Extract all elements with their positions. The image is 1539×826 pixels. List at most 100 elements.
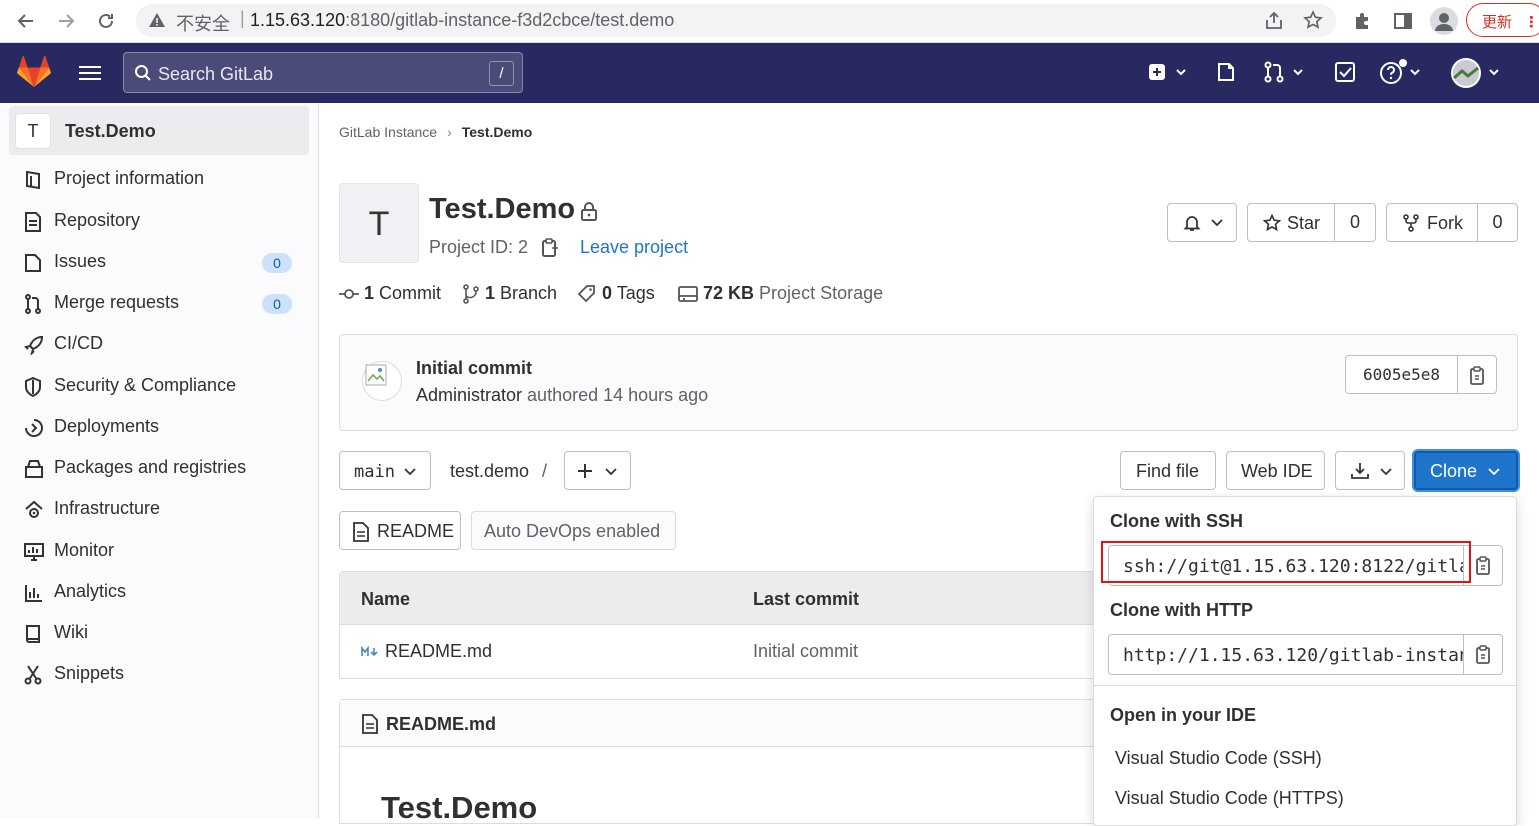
help-dropdown[interactable] xyxy=(1379,57,1425,85)
chevron-down-icon xyxy=(404,468,416,476)
sidebar-project-name: Test.Demo xyxy=(65,121,156,141)
clone-dropdown-button[interactable]: Clone xyxy=(1414,451,1518,490)
profile-avatar[interactable] xyxy=(1430,7,1458,35)
leave-project-link[interactable]: Leave project xyxy=(580,237,688,258)
http-url-input[interactable]: http://1.15.63.120/gitlab-instance-f3d2c… xyxy=(1108,634,1464,675)
branch-selector[interactable]: main xyxy=(339,451,431,490)
add-to-tree-dropdown[interactable] xyxy=(564,451,631,490)
search-input[interactable]: Search GitLab / xyxy=(123,52,523,93)
commit-icon xyxy=(339,289,359,299)
plus-icon xyxy=(578,464,592,478)
update-button[interactable]: 更新 ⋮ xyxy=(1466,3,1539,37)
file-name-link[interactable]: README.md xyxy=(385,641,492,662)
sidebar-item-ci-cd[interactable]: CI/CD xyxy=(24,330,304,360)
shield-icon xyxy=(25,377,41,397)
sidebar-item-monitor[interactable]: Monitor xyxy=(24,537,304,567)
package-icon xyxy=(25,460,43,478)
fork-button[interactable]: Fork xyxy=(1386,203,1478,242)
commit-author-link[interactable]: Administrator xyxy=(416,385,522,405)
scissors-icon xyxy=(24,665,42,685)
star-count[interactable]: 0 xyxy=(1334,203,1376,242)
tags-stat-link[interactable]: 0 Tags xyxy=(577,283,655,304)
commits-stat-link[interactable]: 1 Commit xyxy=(339,283,441,304)
breadcrumb: GitLab Instance › Test.Demo xyxy=(339,124,532,140)
extensions-icon[interactable] xyxy=(1352,11,1372,31)
chevron-down-icon xyxy=(1380,468,1392,476)
sidebar-item-deployments[interactable]: Deployments xyxy=(24,413,304,443)
column-last-commit-header: Last commit xyxy=(753,589,860,609)
copy-project-id-icon[interactable] xyxy=(541,238,559,258)
sidebar-item-analytics[interactable]: Analytics xyxy=(24,578,304,608)
breadcrumb-root-link[interactable]: GitLab Instance xyxy=(339,124,437,140)
sidebar-project-header[interactable]: T Test.Demo xyxy=(9,106,309,155)
tag-icon xyxy=(577,285,595,303)
notification-settings-button[interactable] xyxy=(1167,203,1237,242)
sidebar-item-packages-registries[interactable]: Packages and registries xyxy=(24,454,304,484)
file-icon xyxy=(353,522,369,542)
forward-icon[interactable] xyxy=(53,8,79,34)
share-icon[interactable] xyxy=(1264,11,1284,31)
branches-stat-link[interactable]: 1 Branch xyxy=(462,283,557,304)
cloud-gear-icon xyxy=(25,500,43,518)
sidebar-item-infrastructure[interactable]: Infrastructure xyxy=(24,495,304,525)
copy-icon xyxy=(1476,645,1490,664)
readme-filename[interactable]: README.md xyxy=(386,714,496,735)
auto-devops-button[interactable]: Auto DevOps enabled xyxy=(471,511,676,550)
star-button[interactable]: Star xyxy=(1247,203,1335,242)
readme-header: README.md xyxy=(340,700,1100,747)
highlight-annotation-box xyxy=(1101,541,1471,583)
commit-title-link[interactable]: Initial commit xyxy=(416,358,532,379)
side-panel-icon[interactable] xyxy=(1393,11,1413,31)
sidebar-item-repository[interactable]: Repository xyxy=(24,207,304,237)
copy-sha-button[interactable] xyxy=(1457,355,1497,394)
search-icon xyxy=(135,65,151,81)
address-bar[interactable]: 不安全 | 1.15.63.120:8180/gitlab-instance-f… xyxy=(136,4,1336,37)
sidebar-item-merge-requests[interactable]: Merge requests 0 xyxy=(24,289,304,319)
user-avatar-dropdown[interactable] xyxy=(1450,56,1506,90)
deployments-icon xyxy=(25,419,43,437)
url-text: 1.15.63.120:8180/gitlab-instance-f3d2cbc… xyxy=(250,10,675,30)
find-file-button[interactable]: Find file xyxy=(1120,451,1216,490)
copy-http-url-button[interactable] xyxy=(1463,634,1503,675)
merge-request-icon xyxy=(25,294,41,314)
merge-requests-dropdown[interactable] xyxy=(1263,61,1307,83)
file-last-commit-link[interactable]: Initial commit xyxy=(753,641,858,662)
sidebar-item-security-compliance[interactable]: Security & Compliance xyxy=(24,372,304,402)
rocket-icon xyxy=(24,335,44,355)
sidebar-item-project-information[interactable]: Project information xyxy=(24,165,304,195)
readme-preview: README.md Test.Demo xyxy=(339,699,1100,825)
commit-author-avatar[interactable] xyxy=(362,361,402,401)
breadcrumb-current[interactable]: Test.Demo xyxy=(462,124,533,140)
todos-icon[interactable] xyxy=(1334,61,1356,83)
monitor-icon xyxy=(24,543,44,561)
markdown-icon xyxy=(361,646,378,657)
download-dropdown[interactable] xyxy=(1335,451,1405,490)
reload-icon[interactable] xyxy=(93,8,119,34)
readme-button[interactable]: README xyxy=(339,511,461,550)
open-vscode-https-item[interactable]: Visual Studio Code (HTTPS) xyxy=(1115,788,1344,809)
search-shortcut-key: / xyxy=(489,61,514,86)
hamburger-menu-icon[interactable] xyxy=(79,64,101,82)
sidebar-item-issues[interactable]: Issues 0 xyxy=(24,248,304,278)
clone-http-label: Clone with HTTP xyxy=(1110,600,1253,620)
fork-count[interactable]: 0 xyxy=(1477,203,1518,242)
back-icon[interactable] xyxy=(13,8,39,34)
readme-heading: Test.Demo xyxy=(381,790,538,825)
repo-path[interactable]: test.demo xyxy=(450,461,529,482)
web-ide-button[interactable]: Web IDE xyxy=(1226,451,1325,490)
create-new-dropdown[interactable] xyxy=(1148,61,1190,83)
storage-stat: 72 KB Project Storage xyxy=(678,283,883,304)
star-icon xyxy=(1263,214,1281,232)
breadcrumb-separator: › xyxy=(447,124,452,140)
gitlab-logo-icon[interactable] xyxy=(17,56,51,88)
sidebar-item-wiki[interactable]: Wiki xyxy=(24,619,304,649)
open-vscode-ssh-item[interactable]: Visual Studio Code (SSH) xyxy=(1115,748,1322,769)
commit-sha[interactable]: 6005e5e8 xyxy=(1345,355,1458,394)
repository-icon xyxy=(25,212,41,232)
sidebar-item-snippets[interactable]: Snippets xyxy=(24,660,304,690)
issues-nav-icon[interactable] xyxy=(1216,61,1238,83)
bell-icon xyxy=(1183,216,1201,231)
bookmark-star-icon[interactable] xyxy=(1303,10,1323,30)
open-in-ide-label: Open in your IDE xyxy=(1110,705,1257,725)
branch-icon xyxy=(463,284,479,304)
